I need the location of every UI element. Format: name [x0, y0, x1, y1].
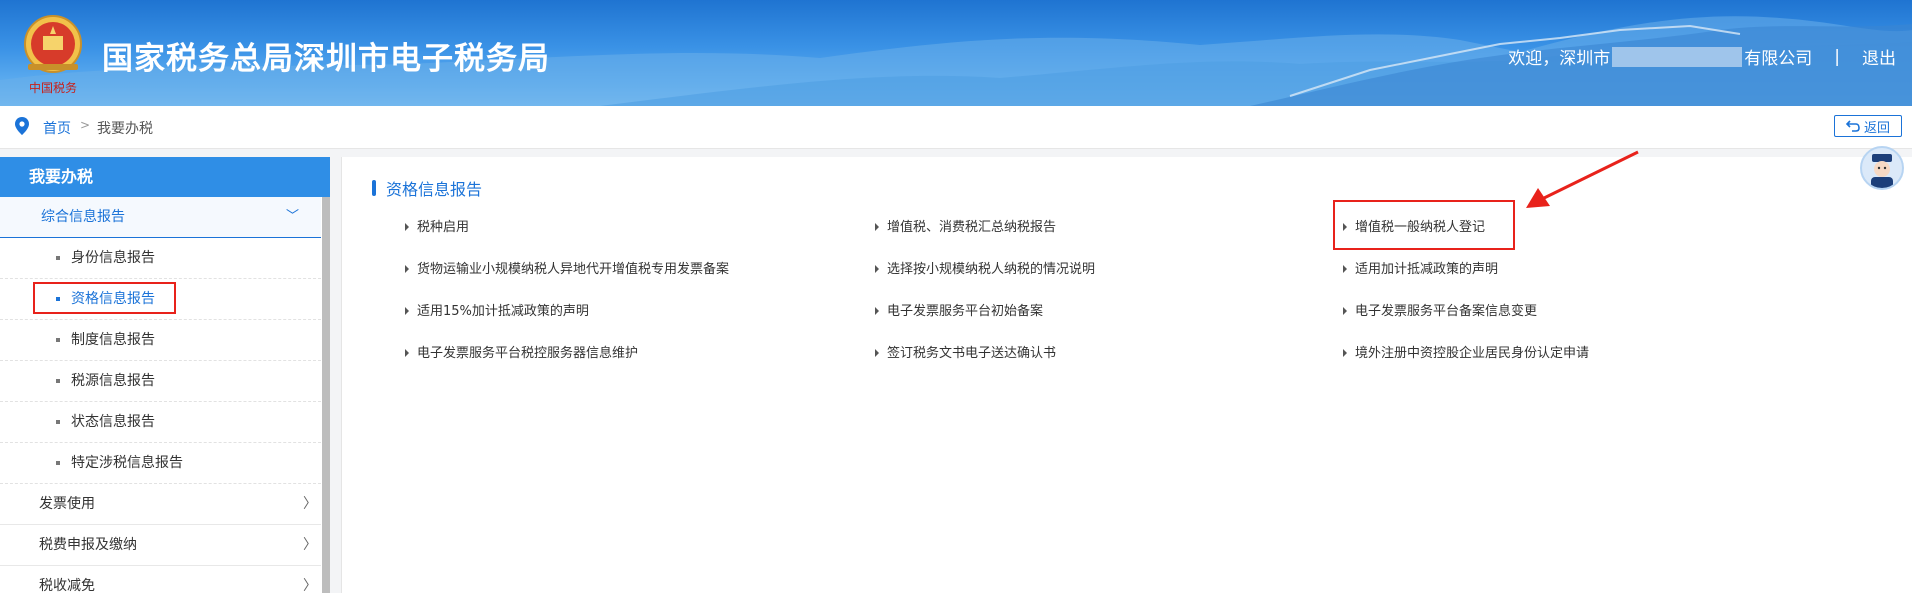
bullet-icon	[56, 338, 60, 342]
sidebar-item-label: 特定涉税信息报告	[71, 455, 183, 471]
link-label: 电子发票服务平台初始备案	[887, 304, 1044, 319]
sidebar-scrollbar[interactable]	[322, 197, 330, 593]
sidebar-item-label: 税费申报及缴纳	[39, 537, 137, 553]
chevron-right-icon: 〉	[303, 496, 317, 512]
sidebar-title: 我要办税	[0, 157, 330, 197]
breadcrumb-current: 我要办税	[97, 121, 153, 137]
link-vat-consumption-summary[interactable]: 增值税、消费税汇总纳税报告	[875, 216, 1056, 235]
return-arrow-icon	[1845, 120, 1860, 132]
breadcrumb: 首页 > 我要办税 返回	[0, 106, 1912, 149]
triangle-right-icon	[1343, 264, 1347, 273]
site-header: 中国税务 国家税务总局深圳市电子税务局 欢迎，深圳市 有限公司 | 退出	[0, 0, 1912, 106]
sidebar-item-tax-reduction[interactable]: 税收减免 〉	[0, 566, 321, 593]
sidebar-item-invoice-use[interactable]: 发票使用 〉	[0, 484, 321, 525]
sidebar-group-label: 综合信息报告	[41, 209, 125, 225]
redacted-company-name	[1612, 46, 1743, 67]
sidebar-item-specific-tax-report[interactable]: 特定涉税信息报告	[0, 443, 321, 484]
triangle-right-icon	[1343, 306, 1347, 315]
section-title-text: 资格信息报告	[386, 180, 483, 199]
sidebar-item-label: 身份信息报告	[71, 250, 155, 266]
sidebar-item-label: 制度信息报告	[71, 332, 155, 348]
sidebar-item-qualification-report[interactable]: 资格信息报告	[0, 279, 321, 320]
location-pin-icon	[15, 117, 29, 135]
sidebar-item-tax-filing[interactable]: 税费申报及缴纳 〉	[0, 525, 321, 566]
link-label: 增值税一般纳税人登记	[1355, 220, 1486, 235]
sidebar-group-comprehensive-report[interactable]: 综合信息报告 ﹀	[0, 197, 321, 238]
title-accent-bar	[372, 180, 376, 196]
sidebar-item-tax-source-report[interactable]: 税源信息报告	[0, 361, 321, 402]
bullet-icon	[56, 379, 60, 383]
link-freight-small-scale-filing[interactable]: 货物运输业小规模纳税人异地代开增值税专用发票备案	[405, 258, 729, 277]
sidebar-item-identity-report[interactable]: 身份信息报告	[0, 238, 321, 279]
logout-link[interactable]: 退出	[1862, 44, 1896, 69]
link-label: 适用加计抵减政策的声明	[1355, 262, 1499, 277]
link-label: 电子发票服务平台备案信息变更	[1355, 304, 1538, 319]
tax-emblem-logo: 中国税务	[24, 15, 82, 95]
sidebar-item-label: 税源信息报告	[71, 373, 155, 389]
link-label: 适用15%加计抵减政策的声明	[417, 304, 589, 319]
triangle-right-icon	[1343, 222, 1347, 231]
link-e-invoice-filing-change[interactable]: 电子发票服务平台备案信息变更	[1343, 300, 1537, 319]
link-label: 税种启用	[417, 220, 470, 235]
link-label: 货物运输业小规模纳税人异地代开增值税专用发票备案	[417, 262, 730, 277]
triangle-right-icon	[405, 264, 409, 273]
sidebar: 我要办税 综合信息报告 ﹀ 身份信息报告 资格信息报告 制度信息报告 税源信息报…	[0, 157, 330, 593]
bullet-icon	[56, 297, 60, 301]
link-label: 境外注册中资控股企业居民身份认定申请	[1355, 346, 1590, 361]
link-small-scale-election-statement[interactable]: 选择按小规模纳税人纳税的情况说明	[875, 258, 1095, 277]
logo-caption: 中国税务	[29, 80, 77, 95]
annotation-arrow-icon	[1526, 150, 1639, 208]
bullet-icon	[56, 256, 60, 260]
link-label: 选择按小规模纳税人纳税的情况说明	[887, 262, 1096, 277]
link-electronic-delivery-confirmation[interactable]: 签订税务文书电子送达确认书	[875, 342, 1056, 361]
link-15-percent-deduction-declaration[interactable]: 适用15%加计抵减政策的声明	[405, 300, 589, 319]
breadcrumb-home-link[interactable]: 首页	[43, 118, 71, 138]
triangle-right-icon	[405, 222, 409, 231]
breadcrumb-arrow: >	[80, 118, 91, 132]
bullet-icon	[56, 461, 60, 465]
welcome-text: 欢迎，深圳市	[1508, 49, 1611, 69]
assistant-avatar-icon[interactable]	[1860, 146, 1904, 190]
chevron-down-icon: ﹀	[285, 209, 299, 224]
bullet-icon	[56, 420, 60, 424]
link-e-invoice-initial-filing[interactable]: 电子发票服务平台初始备案	[875, 300, 1043, 319]
chevron-right-icon: 〉	[303, 578, 317, 593]
link-label: 签订税务文书电子送达确认书	[887, 346, 1057, 361]
sidebar-item-system-report[interactable]: 制度信息报告	[0, 320, 321, 361]
link-vat-general-taxpayer-registration[interactable]: 增值税一般纳税人登记	[1343, 216, 1485, 235]
scrollbar-thumb[interactable]	[322, 197, 330, 593]
assistant-figure	[1871, 154, 1893, 188]
company-suffix: 有限公司	[1744, 49, 1813, 69]
sidebar-item-status-report[interactable]: 状态信息报告	[0, 402, 321, 443]
section-title: 资格信息报告	[372, 176, 482, 200]
triangle-right-icon	[875, 222, 879, 231]
triangle-right-icon	[875, 264, 879, 273]
triangle-right-icon	[405, 348, 409, 357]
link-label: 增值税、消费税汇总纳税报告	[887, 220, 1057, 235]
back-button-label: 返回	[1863, 120, 1890, 136]
triangle-right-icon	[875, 348, 879, 357]
link-label: 电子发票服务平台税控服务器信息维护	[417, 346, 639, 361]
site-title: 国家税务总局深圳市电子税务局	[102, 41, 550, 77]
sidebar-item-label: 税收减免	[39, 578, 95, 593]
back-button[interactable]: 返回	[1834, 115, 1902, 137]
sidebar-item-label: 状态信息报告	[71, 414, 155, 430]
user-area: 欢迎，深圳市 有限公司 | 退出	[1508, 44, 1896, 69]
sidebar-item-label: 资格信息报告	[71, 291, 155, 307]
triangle-right-icon	[875, 306, 879, 315]
triangle-right-icon	[1343, 348, 1347, 357]
link-additional-deduction-declaration[interactable]: 适用加计抵减政策的声明	[1343, 258, 1498, 277]
link-tax-type-enable[interactable]: 税种启用	[405, 216, 469, 235]
link-e-invoice-server-maintenance[interactable]: 电子发票服务平台税控服务器信息维护	[405, 342, 638, 361]
chevron-right-icon: 〉	[303, 537, 317, 553]
triangle-right-icon	[405, 306, 409, 315]
link-overseas-resident-identity[interactable]: 境外注册中资控股企业居民身份认定申请	[1343, 342, 1589, 361]
main-panel: 资格信息报告 税种启用 增值税、消费税汇总纳税报告 增值税一般纳税人登记 货物运…	[341, 157, 1912, 593]
separator: |	[1834, 46, 1840, 67]
sidebar-item-label: 发票使用	[39, 496, 95, 512]
